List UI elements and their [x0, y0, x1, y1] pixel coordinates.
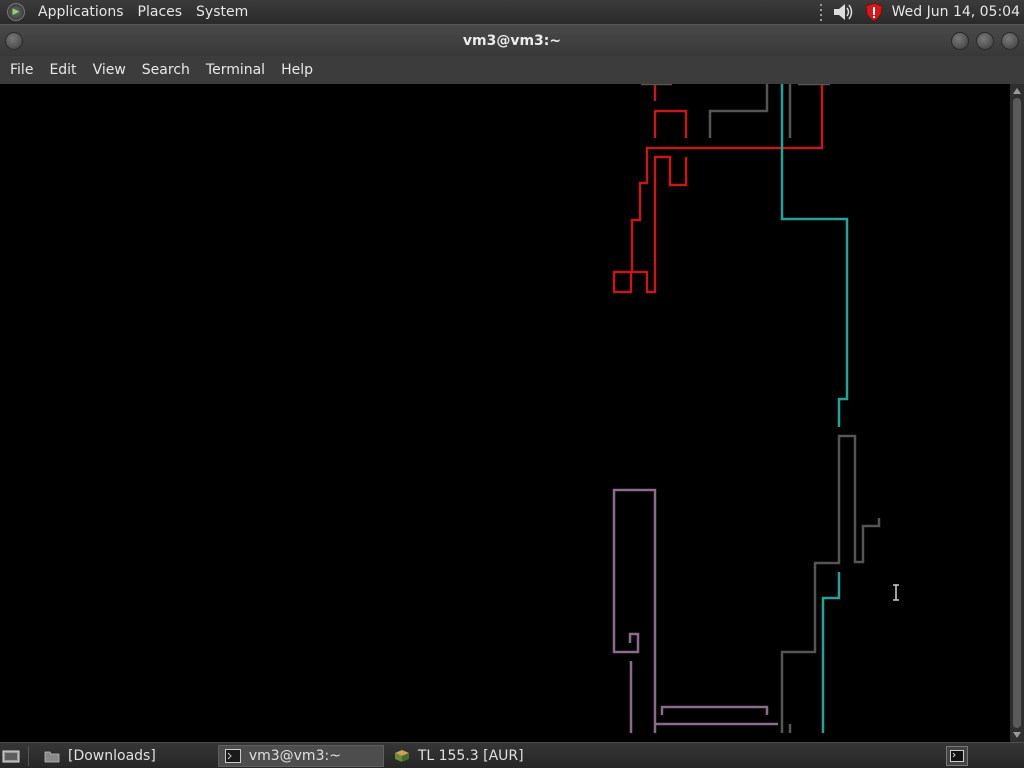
cube-icon	[394, 749, 409, 762]
menu-edit[interactable]: Edit	[41, 62, 84, 78]
task-label: vm3@vm3:~	[248, 747, 341, 764]
gnome-foot-icon[interactable]: ▶	[7, 3, 25, 21]
red-shield-icon[interactable]	[864, 2, 884, 22]
task-tl[interactable]: TL 155.3 [AUR]	[388, 745, 530, 767]
system-menu[interactable]: System	[189, 4, 255, 20]
scroll-up-arrow-icon[interactable]	[1013, 88, 1021, 94]
menu-help[interactable]: Help	[273, 62, 321, 78]
show-desktop-icon[interactable]	[2, 748, 20, 764]
menu-view[interactable]: View	[85, 62, 134, 78]
applications-menu[interactable]: Applications	[31, 4, 131, 20]
places-menu[interactable]: Places	[131, 4, 190, 20]
menu-bar: File Edit View Search Terminal Help	[0, 56, 1024, 84]
terminal-tray-icon[interactable]	[946, 745, 968, 766]
speaker-volume-icon[interactable]	[832, 2, 854, 22]
gray-pipe-bottom	[780, 434, 881, 733]
terminal-icon	[224, 748, 241, 763]
panel-separator	[28, 746, 29, 766]
maximize-button[interactable]	[976, 32, 994, 50]
window-menu-button[interactable]	[5, 32, 23, 50]
pipes-drawing	[612, 82, 899, 733]
terminal-area[interactable]	[0, 82, 1010, 742]
window-title: vm3@vm3:~	[462, 32, 562, 49]
task-terminal[interactable]: vm3@vm3:~	[217, 744, 384, 767]
clock[interactable]: Wed Jun 14, 05:04	[892, 4, 1024, 20]
task-label: [Downloads]	[68, 747, 156, 764]
menu-search[interactable]: Search	[134, 62, 198, 78]
tray-handle-icon	[819, 3, 822, 21]
task-downloads[interactable]: [Downloads]	[38, 745, 162, 767]
minimize-button[interactable]	[951, 32, 969, 50]
panel-tray: Wed Jun 14, 05:04	[819, 0, 1024, 24]
top-panel: ▶ Applications Places System Wed Jun 14,…	[0, 0, 1024, 24]
window-titlebar[interactable]: vm3@vm3:~	[0, 24, 1024, 56]
close-button[interactable]	[1001, 32, 1019, 50]
menu-terminal[interactable]: Terminal	[198, 62, 273, 78]
scroll-thumb[interactable]	[1013, 98, 1021, 728]
terminal-tray-glyph-icon	[950, 749, 964, 762]
folder-icon	[44, 751, 60, 762]
menu-file[interactable]: File	[2, 62, 41, 78]
text-cursor-icon	[893, 584, 899, 601]
purple-pipe	[612, 488, 778, 733]
bottom-panel: [Downloads] vm3@vm3:~ TL 155.3 [AUR]	[0, 742, 1024, 768]
scroll-down-arrow-icon[interactable]	[1013, 732, 1021, 738]
task-label: TL 155.3 [AUR]	[417, 747, 524, 764]
terminal-scrollbar[interactable]	[1010, 84, 1024, 742]
